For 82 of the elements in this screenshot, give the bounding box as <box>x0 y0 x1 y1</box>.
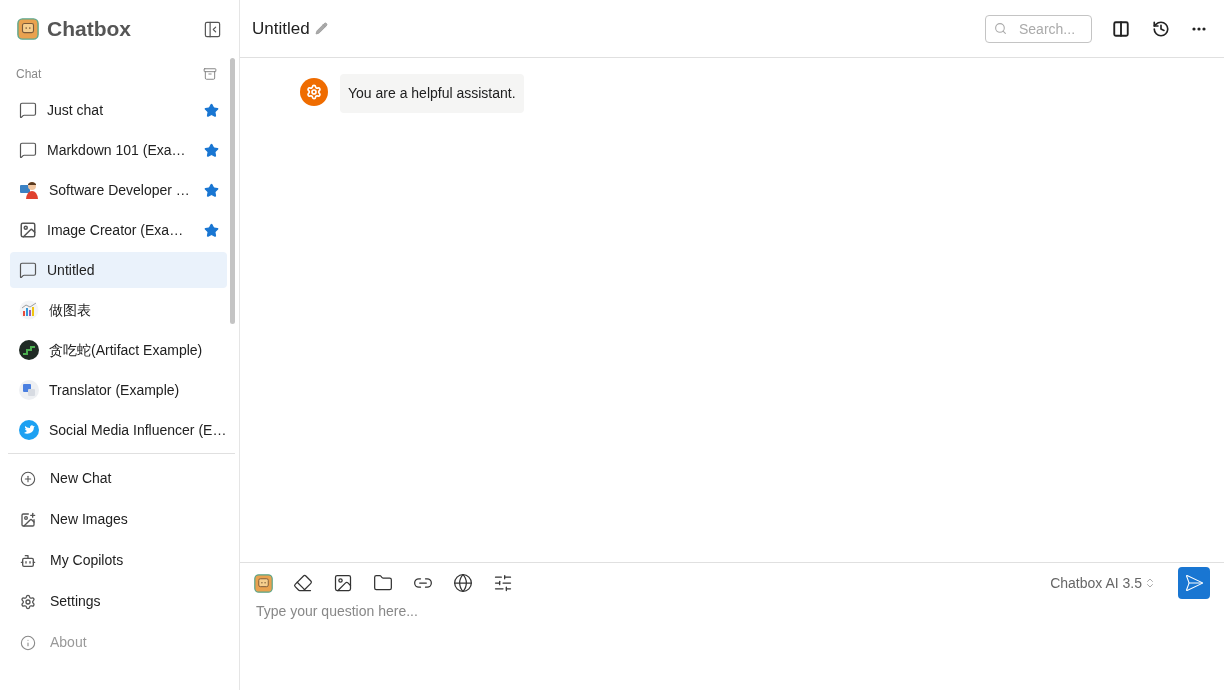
assistant-logo-button[interactable] <box>254 573 273 593</box>
chat-session-item[interactable]: Software Developer … <box>10 172 227 208</box>
star-icon[interactable] <box>204 102 219 118</box>
pencil-icon <box>314 22 328 35</box>
model-selector[interactable]: Chatbox AI 3.5 <box>1050 572 1156 594</box>
chat-bubble-icon <box>19 101 37 119</box>
image-button[interactable] <box>333 573 353 593</box>
history-icon <box>1152 19 1170 38</box>
session-title: Software Developer … <box>49 180 190 200</box>
snake-game-avatar-icon <box>19 340 39 360</box>
chat-session-item[interactable]: Translator (Example) <box>10 372 227 408</box>
sidebar-menu-item[interactable]: My Copilots <box>10 540 227 581</box>
menu-label: New Chat <box>50 469 112 488</box>
chat-session-item[interactable]: 贪吃蛇(Artifact Example) <box>10 332 227 368</box>
globe-button[interactable] <box>453 573 473 593</box>
folder-icon <box>373 573 393 593</box>
chatbox-logo-icon <box>17 18 39 40</box>
chat-session-item[interactable]: Social Media Influencer (E… <box>10 412 227 448</box>
eraser-button[interactable] <box>293 573 313 593</box>
folder-button[interactable] <box>373 573 393 593</box>
archive-button[interactable] <box>203 67 217 81</box>
session-title: Translator (Example) <box>49 380 180 400</box>
bird-avatar-icon <box>19 420 39 440</box>
plus-circle-icon <box>20 470 36 487</box>
menu-label: My Copilots <box>50 551 124 570</box>
image-plus-icon <box>20 511 36 528</box>
split-view-icon <box>1112 19 1130 38</box>
app-name: Chatbox <box>47 16 131 43</box>
session-title: 做图表 <box>49 300 91 320</box>
session-title: Image Creator (Exa… <box>47 220 184 240</box>
chat-session-item[interactable]: Image Creator (Exa… <box>10 212 227 248</box>
session-title: Untitled <box>47 260 95 280</box>
menu-label: Settings <box>50 592 101 611</box>
star-icon[interactable] <box>204 142 219 158</box>
eraser-icon <box>293 573 313 593</box>
chevron-up-down-icon <box>1144 577 1156 589</box>
globe-icon <box>453 573 473 593</box>
sidebar-menu-item[interactable]: New Images <box>10 499 227 540</box>
system-message: You are a helpful assistant. <box>340 74 524 113</box>
chat-session-item[interactable]: 做图表 <box>10 292 227 328</box>
sliders-button[interactable] <box>493 573 513 593</box>
developer-avatar-icon <box>19 180 39 200</box>
chat-session-item[interactable]: Markdown 101 (Exa… <box>10 132 227 168</box>
message-input[interactable]: Type your question here... <box>254 601 1210 671</box>
send-button[interactable] <box>1178 567 1210 599</box>
chatbox-logo-icon <box>254 573 273 593</box>
sidebar-toggle-icon <box>203 19 222 39</box>
chat-title: Untitled <box>252 17 310 40</box>
search-icon <box>994 21 1007 35</box>
session-title: Just chat <box>47 100 104 120</box>
split-view-button[interactable] <box>1112 19 1130 38</box>
scrollbar-thumb[interactable] <box>230 58 235 324</box>
image-icon <box>333 573 353 593</box>
send-icon <box>1184 573 1204 593</box>
chart-avatar-icon <box>19 300 39 320</box>
sidebar-menu-item[interactable]: New Chat <box>10 458 227 499</box>
history-button[interactable] <box>1152 19 1170 38</box>
sidebar-menu-item[interactable]: Settings <box>10 581 227 622</box>
info-icon <box>20 634 36 651</box>
star-icon[interactable] <box>204 182 219 198</box>
section-label: Chat <box>16 66 42 83</box>
chat-bubble-icon <box>19 261 37 279</box>
menu-label: About <box>50 633 87 652</box>
robot-icon <box>20 552 36 569</box>
chat-bubble-icon <box>19 141 37 159</box>
settings-icon <box>20 593 36 610</box>
menu-label: New Images <box>50 510 128 529</box>
image-icon <box>19 221 37 239</box>
session-title: 贪吃蛇(Artifact Example) <box>49 340 203 360</box>
chat-session-item[interactable]: Untitled <box>10 252 227 288</box>
gear-icon <box>306 84 322 100</box>
more-icon <box>1192 26 1206 31</box>
archive-icon <box>203 67 217 81</box>
chat-session-item[interactable]: Just chat <box>10 92 227 128</box>
search-field[interactable]: Search... <box>985 14 1092 43</box>
translator-avatar-icon <box>19 380 39 400</box>
collapse-sidebar-button[interactable] <box>203 19 222 39</box>
star-icon[interactable] <box>204 222 219 238</box>
sliders-icon <box>493 573 513 593</box>
session-title: Social Media Influencer (E… <box>49 420 227 440</box>
more-button[interactable] <box>1192 26 1206 31</box>
session-title: Markdown 101 (Exa… <box>47 140 186 160</box>
